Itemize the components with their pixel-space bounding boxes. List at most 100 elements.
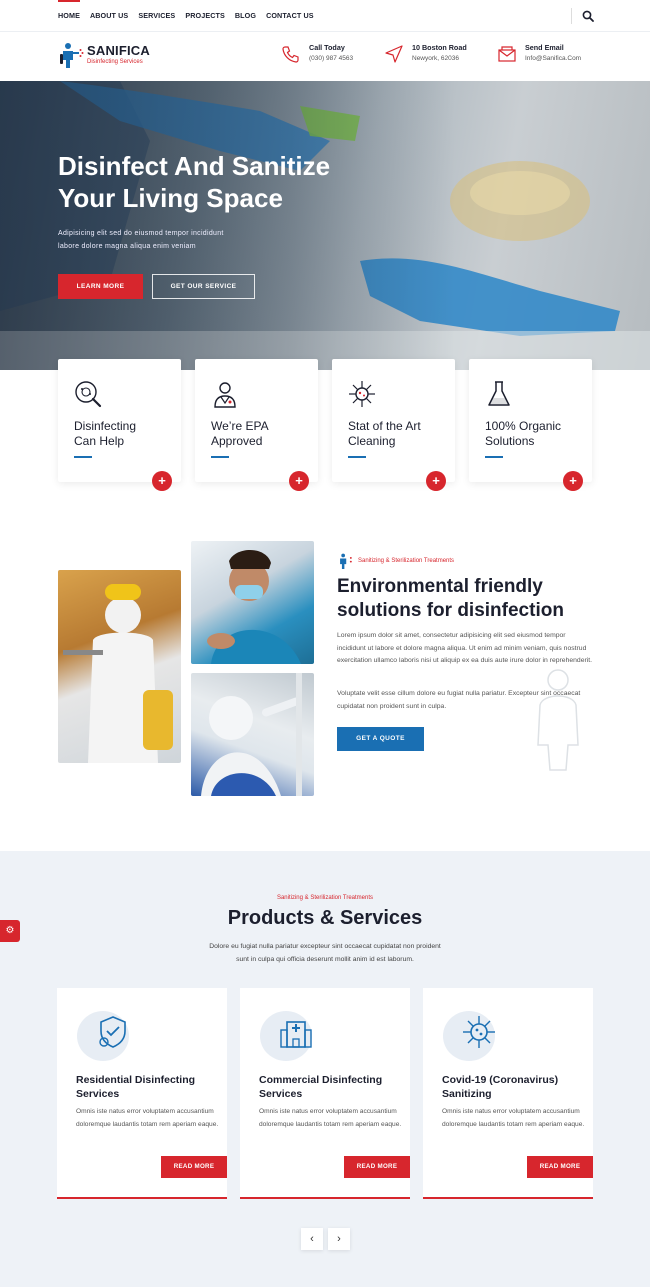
logo[interactable]: SANIFICA Disinfecting Services [58,41,150,69]
feature-underline [348,456,366,458]
address-title: 10 Boston Road [412,43,467,52]
logo-mini-icon [340,553,352,569]
read-more-button[interactable]: READ MORE [527,1156,593,1178]
site-header: SANIFICA Disinfecting Services Call Toda… [0,32,650,81]
nav-projects[interactable]: PROJECTS [185,0,225,32]
email-info[interactable]: Send Email Info@Sanifica.Com [497,42,581,64]
product-description: Omnis iste natus error voluptatem accusa… [442,1108,585,1128]
about-eyebrow: Sanitizing & Sterilization Treatments [358,558,455,564]
feature-title: 100% Organic Solutions [485,419,585,449]
email-title: Send Email [525,43,564,52]
feature-title-line1: Disinfecting [74,419,137,433]
product-card-commercial: Commercial Disinfecting Services Omnis is… [240,988,410,1199]
feature-title-line1: 100% Organic [485,419,562,433]
products-title: Products & Services [227,907,423,929]
feature-underline [485,456,503,458]
get-a-quote-button[interactable]: GET A QUOTE [337,727,424,751]
product-description: Omnis iste natus error voluptatem accusa… [76,1108,219,1128]
feature-card-organic: 100% Organic Solutions + [469,359,592,491]
feature-title-line2: Can Help [74,434,125,448]
nav-home[interactable]: HOME [58,0,80,32]
carousel-prev-button[interactable]: ‹ [301,1228,323,1250]
feature-plus-button[interactable]: + [289,471,309,491]
products-description: Dolore eu fugiat nulla pariatur excepteu… [175,940,475,966]
product-card-covid: Covid-19 (Coronavirus) Sanitizing Omnis i… [423,988,593,1199]
read-more-button[interactable]: READ MORE [161,1156,227,1178]
nav-about-us[interactable]: ABOUT US [90,0,128,32]
mail-icon [498,46,516,62]
about-paragraph-1: Lorem ipsum dolor sit amet, consectetur … [337,632,593,665]
nav-blog[interactable]: BLOG [235,0,256,32]
phone-icon [282,46,299,63]
address-city: Newyork, 62036 [412,55,459,62]
product-title-line2: Services [76,1088,120,1100]
doctor-icon [214,382,236,408]
photo-nurse-sanitizer [191,541,314,664]
feature-title-line1: Stat of the Art [348,419,421,433]
hero-title: Disinfect And Sanitize Your Living Space [58,150,418,214]
top-navigation: HOME ABOUT US SERVICES PROJECTS BLOG CON… [0,0,650,32]
brand-tagline: Disinfecting Services [87,58,143,65]
hazmat-cleaning-image [201,673,302,796]
germ-icon [349,381,375,407]
feature-card-cleaning: Stat of the Art Cleaning + [332,359,455,491]
nurse-image [207,549,301,664]
decorative-worker-outline-icon [537,669,579,771]
search-icon[interactable] [582,10,594,22]
feature-card-disinfecting: Disinfecting Can Help + [58,359,181,491]
address-info: 10 Boston Road Newyork, 62036 [384,42,467,64]
call-number: (030) 987 4563 [309,55,354,62]
feature-title-line2: Solutions [485,434,535,448]
virus-magnifier-icon [75,381,102,408]
get-our-service-button[interactable]: GET OUR SERVICE [152,274,255,299]
hero-overlay [0,81,650,370]
coronavirus-icon [463,1016,495,1048]
feature-plus-button[interactable]: + [563,471,583,491]
products-description-line2: sunt in culpa qui officia deserunt molli… [236,956,414,963]
hero-title-line2: Your Living Space [58,183,283,213]
feature-title: We’re EPA Approved [211,419,311,449]
logo-icon [60,43,84,68]
feature-title: Stat of the Art Cleaning [348,419,448,449]
about-title-line2: solutions for disinfection [337,600,564,621]
product-description: Omnis iste natus error voluptatem accusa… [259,1108,402,1128]
read-more-button[interactable]: READ MORE [344,1156,410,1178]
product-card-residential: Residential Disinfecting Services Omnis i… [57,988,227,1199]
main-menu: HOME ABOUT US SERVICES PROJECTS BLOG CON… [58,0,324,32]
hero-subtitle: Adipisicing elit sed do eiusmod tempor i… [58,227,278,253]
call-title: Call Today [309,43,345,52]
product-title: Commercial Disinfecting Services [259,1073,399,1101]
email-address: Info@Sanifica.Com [525,55,582,62]
nav-services[interactable]: SERVICES [138,0,175,32]
product-title-line2: Services [259,1088,303,1100]
shield-check-icon [99,1016,126,1048]
feature-title: Disinfecting Can Help [74,419,174,449]
feature-underline [74,456,92,458]
hospital-icon [280,1021,312,1048]
flask-icon [488,381,510,406]
nav-contact-us[interactable]: CONTACT US [266,0,314,32]
hero-banner: Disinfect And Sanitize Your Living Space… [0,81,650,370]
feature-plus-button[interactable]: + [426,471,446,491]
feature-title-line2: Cleaning [348,434,396,448]
about-title: Environmental friendly solutions for disi… [337,575,597,623]
product-title-line1: Residential Disinfecting [76,1074,196,1086]
about-title-line1: Environmental friendly [337,576,543,597]
call-info[interactable]: Call Today (030) 987 4563 [281,42,353,64]
location-arrow-icon [385,45,403,63]
learn-more-button[interactable]: LEARN MORE [58,274,143,299]
feature-plus-button[interactable]: + [152,471,172,491]
products-eyebrow: Sanitizing & Sterilization Treatments [276,895,374,901]
product-title: Covid-19 (Coronavirus) Sanitizing [442,1073,582,1101]
hero-subtitle-line2: labore dolore magna aliqua enim veniam [58,243,196,250]
carousel-next-button[interactable]: › [328,1228,350,1250]
feature-underline [211,456,229,458]
product-title: Residential Disinfecting Services [76,1073,216,1101]
photo-hazmat-sprayer [58,570,181,763]
settings-gear-icon[interactable]: ⚙ [0,920,20,942]
product-title-line2: Sanitizing [442,1088,492,1100]
photo-hazmat-cleaning [191,673,314,796]
feature-title-line2: Approved [211,434,263,448]
nav-divider [571,8,572,24]
feature-title-line1: We’re EPA [211,419,269,433]
